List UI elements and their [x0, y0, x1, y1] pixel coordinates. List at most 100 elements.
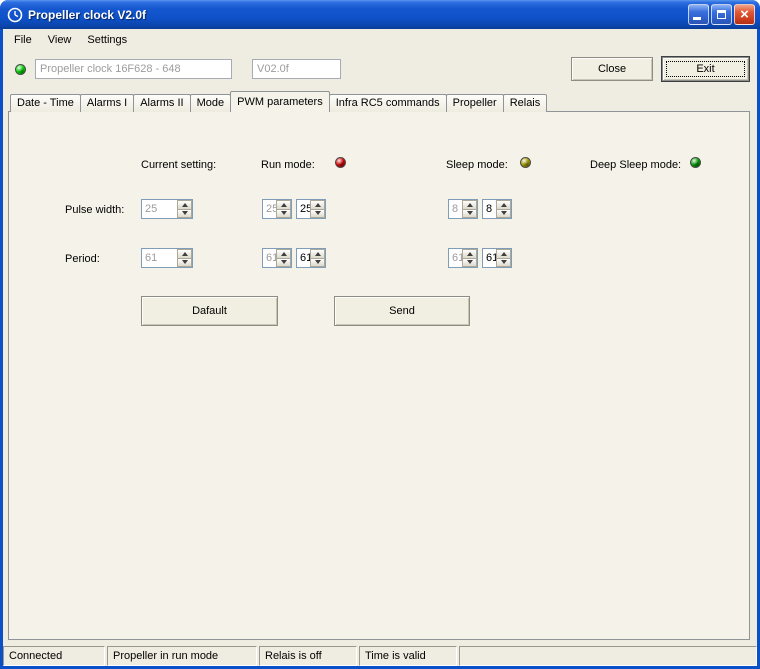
- menu-bar: File View Settings: [3, 29, 757, 51]
- period-run-current-spinner[interactable]: [262, 248, 292, 268]
- spin-down-button[interactable]: [276, 258, 291, 267]
- period-run-set-input[interactable]: [297, 249, 310, 267]
- spin-up-button[interactable]: [177, 200, 192, 210]
- spin-up-button[interactable]: [310, 249, 325, 259]
- arrow-up-icon: [314, 202, 321, 207]
- tab-strip: Date - Time Alarms I Alarms II Mode PWM …: [10, 91, 548, 112]
- pulse-width-label: Pulse width:: [65, 204, 125, 216]
- minimize-icon: [693, 17, 701, 20]
- status-time: Time is valid: [359, 646, 457, 666]
- period-run-current-input[interactable]: [263, 249, 276, 267]
- menu-file[interactable]: File: [6, 31, 40, 49]
- pulse-sleep-current-input[interactable]: [449, 200, 462, 218]
- arrow-down-icon: [181, 211, 188, 216]
- spin-up-button[interactable]: [462, 249, 477, 259]
- arrow-up-icon: [500, 251, 507, 256]
- menu-settings[interactable]: Settings: [79, 31, 135, 49]
- pulse-run-set-input[interactable]: [297, 200, 310, 218]
- arrow-down-icon: [314, 211, 321, 216]
- tab-pwm-parameters[interactable]: PWM parameters: [230, 91, 330, 112]
- pwm-parameters-panel: Current setting: Run mode: Sleep mode: D…: [8, 111, 750, 640]
- header-sleep-mode: Sleep mode:: [446, 159, 508, 171]
- tab-alarms-1[interactable]: Alarms I: [79, 94, 135, 112]
- spin-down-button[interactable]: [462, 209, 477, 218]
- spin-down-button[interactable]: [177, 258, 192, 267]
- menu-view[interactable]: View: [40, 31, 80, 49]
- status-connection: Connected: [3, 646, 105, 666]
- status-filler: [459, 646, 757, 666]
- spin-up-button[interactable]: [276, 249, 291, 259]
- tab-date-time[interactable]: Date - Time: [10, 94, 81, 112]
- spin-up-button[interactable]: [462, 200, 477, 210]
- exit-button[interactable]: Exit: [662, 57, 749, 81]
- title-bar: Propeller clock V2.0f ×: [0, 0, 760, 29]
- arrow-up-icon: [466, 251, 473, 256]
- arrow-up-icon: [181, 251, 188, 256]
- header-deep-sleep-mode: Deep Sleep mode:: [590, 159, 682, 171]
- sleep-mode-led: [520, 157, 531, 168]
- period-current-spinner[interactable]: [141, 248, 193, 268]
- spin-up-button[interactable]: [496, 200, 511, 210]
- spin-down-button[interactable]: [496, 258, 511, 267]
- pulse-run-current-input[interactable]: [263, 200, 276, 218]
- period-run-set-spinner[interactable]: [296, 248, 326, 268]
- connection-led: [15, 64, 26, 75]
- deep-sleep-mode-led: [690, 157, 701, 168]
- period-sleep-set-input[interactable]: [483, 249, 496, 267]
- period-sleep-current-input[interactable]: [449, 249, 462, 267]
- pulse-current-spinner[interactable]: [141, 199, 193, 219]
- arrow-up-icon: [280, 251, 287, 256]
- spin-down-button[interactable]: [496, 209, 511, 218]
- tab-relais[interactable]: Relais: [502, 94, 548, 112]
- arrow-up-icon: [314, 251, 321, 256]
- send-button[interactable]: Send: [334, 296, 470, 326]
- tab-propeller[interactable]: Propeller: [445, 94, 504, 112]
- device-field[interactable]: [35, 59, 232, 79]
- spin-up-button[interactable]: [177, 249, 192, 259]
- spin-down-button[interactable]: [276, 209, 291, 218]
- close-button[interactable]: Close: [571, 57, 653, 81]
- pulse-sleep-current-spinner[interactable]: [448, 199, 478, 219]
- status-propeller-mode: Propeller in run mode: [107, 646, 257, 666]
- arrow-down-icon: [280, 260, 287, 265]
- tab-alarms-2[interactable]: Alarms II: [133, 94, 191, 112]
- arrow-down-icon: [314, 260, 321, 265]
- maximize-button[interactable]: [711, 4, 732, 25]
- arrow-up-icon: [181, 202, 188, 207]
- arrow-down-icon: [466, 211, 473, 216]
- spin-down-button[interactable]: [310, 209, 325, 218]
- pulse-sleep-set-input[interactable]: [483, 200, 496, 218]
- spin-up-button[interactable]: [310, 200, 325, 210]
- pulse-current-input[interactable]: [142, 200, 177, 218]
- period-sleep-set-spinner[interactable]: [482, 248, 512, 268]
- app-window: Propeller clock V2.0f × File View Settin…: [0, 0, 760, 669]
- arrow-down-icon: [181, 260, 188, 265]
- pulse-run-set-spinner[interactable]: [296, 199, 326, 219]
- pulse-sleep-set-spinner[interactable]: [482, 199, 512, 219]
- arrow-up-icon: [280, 202, 287, 207]
- version-field[interactable]: [252, 59, 341, 79]
- period-sleep-current-spinner[interactable]: [448, 248, 478, 268]
- spin-down-button[interactable]: [177, 209, 192, 218]
- window-title: Propeller clock V2.0f: [28, 7, 147, 22]
- arrow-down-icon: [500, 211, 507, 216]
- spin-down-button[interactable]: [310, 258, 325, 267]
- arrow-down-icon: [500, 260, 507, 265]
- arrow-up-icon: [500, 202, 507, 207]
- run-mode-led: [335, 157, 346, 168]
- minimize-button[interactable]: [688, 4, 709, 25]
- maximize-icon: [717, 10, 726, 19]
- period-current-input[interactable]: [142, 249, 177, 267]
- spin-up-button[interactable]: [496, 249, 511, 259]
- spin-down-button[interactable]: [462, 258, 477, 267]
- window-body: File View Settings Close Exit Date - Tim…: [3, 29, 757, 666]
- window-close-button[interactable]: ×: [734, 4, 755, 25]
- default-button[interactable]: Dafault: [141, 296, 278, 326]
- spin-up-button[interactable]: [276, 200, 291, 210]
- arrow-down-icon: [466, 260, 473, 265]
- close-icon: ×: [740, 6, 749, 23]
- pulse-run-current-spinner[interactable]: [262, 199, 292, 219]
- tab-mode[interactable]: Mode: [189, 94, 232, 112]
- status-bar: Connected Propeller in run mode Relais i…: [3, 644, 757, 666]
- tab-infra-rc5[interactable]: Infra RC5 commands: [328, 94, 447, 112]
